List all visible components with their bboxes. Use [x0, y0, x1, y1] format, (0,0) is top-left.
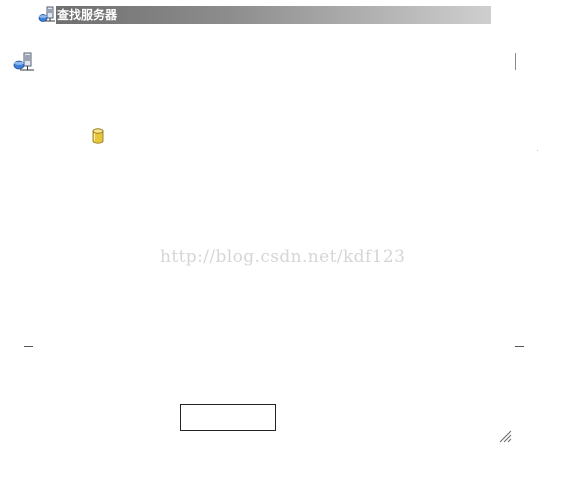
- server-network-icon[interactable]: [13, 52, 35, 72]
- database-icon[interactable]: [91, 128, 105, 144]
- window-title: 查找服务器: [56, 6, 491, 24]
- divider-left: [24, 346, 33, 347]
- find-server-window: 查找服务器 http://blog.csdn.net/kdf123: [0, 0, 572, 496]
- watermark-text: http://blog.csdn.net/kdf123: [160, 247, 406, 267]
- action-button[interactable]: [180, 404, 276, 431]
- server-network-icon: [38, 6, 56, 24]
- splitter-line: [515, 53, 516, 70]
- resize-grip-icon[interactable]: [497, 428, 512, 443]
- divider-dot: [537, 150, 538, 151]
- divider-right: [515, 346, 524, 347]
